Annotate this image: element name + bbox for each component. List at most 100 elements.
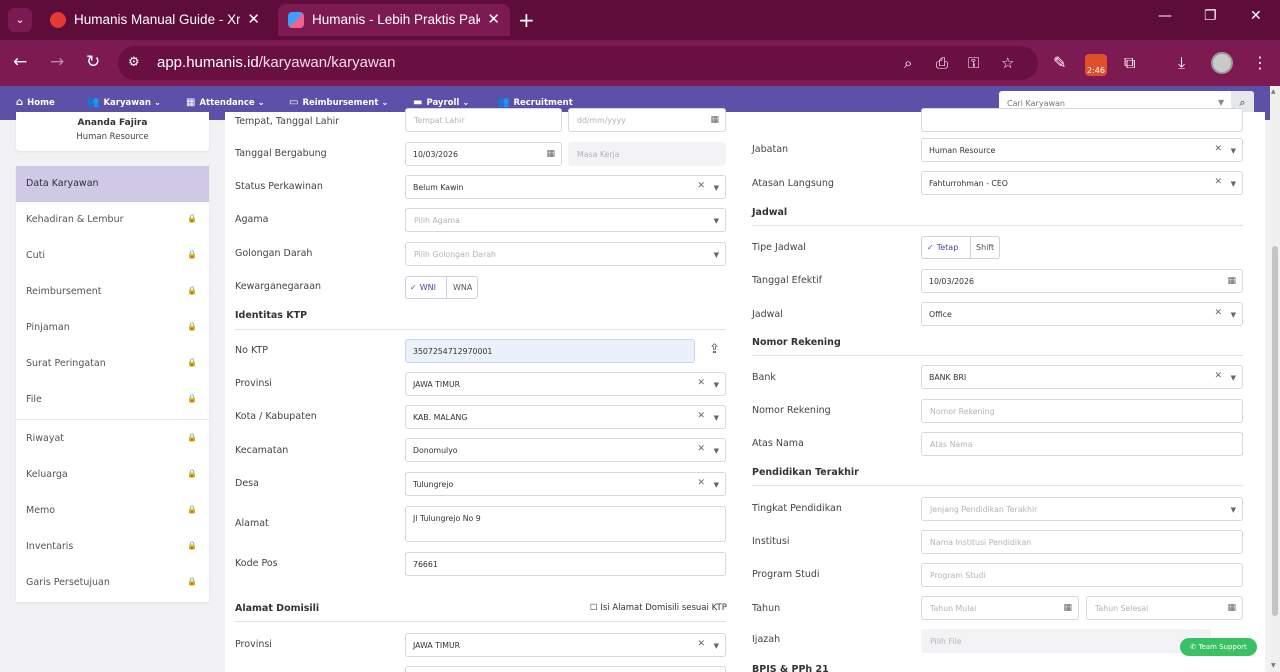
menu-inventaris[interactable]: Inventaris 🔒 [16,529,209,565]
domisili-sesuai-ktp-checkbox[interactable]: ☐ Isi Alamat Domisili sesuai KTP [590,603,727,613]
status-perkawinan-select[interactable]: Belum Kawin ✕ ▼ [405,175,726,199]
chevron-down-icon[interactable]: ▼ [1218,98,1224,107]
clear-icon[interactable]: ✕ [1214,144,1222,154]
feather-extension-icon[interactable]: ✎ [1053,53,1066,72]
clear-icon[interactable]: ✕ [1214,308,1222,318]
menu-data-karyawan[interactable]: Data Karyawan [16,166,209,202]
atasan-langsung-select[interactable]: Fahturrohman - CEO ✕ ▼ [921,171,1243,195]
new-tab-button[interactable]: + [518,8,535,32]
minimize-icon[interactable]: — [1158,8,1172,24]
clear-icon[interactable]: ✕ [697,478,705,488]
program-studi-input[interactable]: Program Studi [921,563,1243,587]
chevron-down-icon: ▼ [1230,311,1236,319]
clear-icon[interactable]: ✕ [697,444,705,454]
menu-file[interactable]: File 🔒 [16,382,209,418]
install-app-icon[interactable]: ⎙ [936,54,948,72]
provinsi-select[interactable]: JAWA TIMUR ✕ ▼ [405,372,726,396]
menu-garis-persetujuan[interactable]: Garis Persetujuan 🔒 [16,565,209,601]
domisili-provinsi-select[interactable]: JAWA TIMUR ✕ ▼ [405,633,726,657]
profile-avatar[interactable] [1211,52,1233,74]
tahun-mulai-input[interactable]: Tahun Mulai ▦ [921,596,1079,620]
whatsapp-icon: ✆ [1190,643,1197,651]
desa-label: Desa [235,478,259,489]
jabatan-select[interactable]: Human Resource ✕ ▼ [921,138,1243,162]
ijazah-file-input[interactable]: Pilih File [921,629,1211,653]
wna-option[interactable]: WNA [453,277,472,298]
site-info-icon[interactable]: ⚙ [128,55,140,70]
kota-kabupaten-select[interactable]: KAB. MALANG ✕ ▼ [405,405,726,429]
tempat-lahir-input[interactable]: Tempat Lahir [405,108,562,132]
kode-pos-input[interactable]: 76661 [405,552,726,576]
lock-icon: 🔒 [187,505,197,514]
tanggal-bergabung-input[interactable]: 10/03/2026 ▦ [405,142,562,166]
clear-icon[interactable]: ✕ [697,639,705,649]
alamat-textarea[interactable]: Jl Tulungrejo No 9 [405,506,726,542]
menu-kehadiran-lembur[interactable]: Kehadiran & Lembur 🔒 [16,202,209,238]
tanggal-efektif-input[interactable]: 10/03/2026 ▦ [921,269,1243,293]
previous-field-input[interactable] [921,108,1243,132]
menu-cuti[interactable]: Cuti 🔒 [16,238,209,274]
extensions-puzzle-icon[interactable]: ⧉ [1124,53,1135,73]
scroll-up-icon[interactable]: ▲ [1271,88,1276,95]
page-scrollbar[interactable]: ▲ ▼ [1270,86,1280,672]
nav-attendance[interactable]: ▦ Attendance ⌄ [186,97,265,108]
clear-icon[interactable]: ✕ [697,378,705,388]
more-menu-icon[interactable]: ⋮ [1252,53,1268,72]
menu-memo[interactable]: Memo 🔒 [16,493,209,529]
download-icon[interactable]: ⤓ [1178,53,1185,73]
clear-icon[interactable]: ✕ [1214,177,1222,187]
golongan-darah-select[interactable]: Pilih Golongan Darah ▼ [405,242,726,266]
restore-icon[interactable]: ❐ [1204,8,1217,24]
menu-surat-peringatan[interactable]: Surat Peringatan 🔒 [16,346,209,382]
zoom-icon[interactable]: ⌕ [904,54,912,72]
team-support-button[interactable]: ✆ Team Support [1180,638,1257,656]
tetap-option[interactable]: ✓ Tetap [927,237,958,258]
menu-riwayat[interactable]: Riwayat 🔒 [16,421,209,457]
menu-pinjaman[interactable]: Pinjaman 🔒 [16,310,209,346]
agama-select[interactable]: Pilih Agama ▼ [405,208,726,232]
tanggal-lahir-input[interactable]: dd/mm/yyyy ▦ [568,108,726,132]
lock-icon: 🔒 [187,250,197,259]
browser-tab-2[interactable]: Humanis - Lebih Praktis Pakai HRIS ✕ [278,4,510,36]
menu-keluarga[interactable]: Keluarga 🔒 [16,457,209,493]
nomor-rekening-input[interactable]: Nomor Rekening [921,399,1243,423]
nav-payroll[interactable]: ▬ Payroll ⌄ [413,97,469,108]
shift-option[interactable]: Shift [976,237,994,258]
back-icon[interactable]: ← [13,52,27,72]
nav-reimbursement[interactable]: ▭ Reimbursement ⌄ [289,97,389,108]
tingkat-pendidikan-select[interactable]: Jenjang Pendidikan Terakhir ▼ [921,497,1243,521]
institusi-input[interactable]: Nama Institusi Pendidikan [921,530,1243,554]
reload-icon[interactable]: ↻ [86,52,100,72]
clear-icon[interactable]: ✕ [697,411,705,421]
atas-nama-input[interactable]: Atas Nama [921,432,1243,456]
desa-select[interactable]: Tulungrejo ✕ ▼ [405,472,726,496]
close-window-icon[interactable]: ✕ [1250,8,1262,24]
nav-recruitment[interactable]: 👥 Recruitment [497,97,573,108]
close-tab-icon[interactable]: ✕ [487,10,500,28]
upload-icon[interactable]: ⇪ [709,342,720,357]
nav-karyawan[interactable]: 👥 Karyawan ⌄ [87,97,161,108]
tanggal-efektif-label: Tanggal Efektif [752,275,823,286]
nav-home[interactable]: ⌂ Home [16,97,55,108]
clear-icon[interactable]: ✕ [697,181,705,191]
close-tab-icon[interactable]: ✕ [247,10,260,28]
wni-option[interactable]: ✓ WNI [410,277,436,298]
scroll-thumb[interactable] [1272,246,1278,616]
bookmark-star-icon[interactable]: ☆ [1001,54,1014,72]
omnibox[interactable]: ⚙ app.humanis.id/karyawan/karyawan ⌕ ⎙ ⚿… [118,46,1038,80]
browser-tab-1[interactable]: Humanis Manual Guide - Xmind AI ✕ [40,4,270,36]
clear-icon[interactable]: ✕ [1214,371,1222,381]
timer-extension-icon[interactable]: 2:46 [1085,54,1107,76]
no-ktp-input[interactable]: 3507254712970001 [405,339,695,363]
tab-list-button[interactable]: ⌄ [8,8,32,32]
domisili-kota-select[interactable] [405,666,726,672]
tahun-selesai-input[interactable]: Tahun Selesai ▦ [1086,596,1243,620]
xmind-favicon-icon [50,12,66,28]
menu-reimbursement[interactable]: Reimbursement 🔒 [16,274,209,310]
password-key-icon[interactable]: ⚿ [968,54,979,72]
bank-select[interactable]: BANK BRI ✕ ▼ [921,365,1243,389]
jadwal-select[interactable]: Office ✕ ▼ [921,302,1243,326]
scroll-down-icon[interactable]: ▼ [1271,662,1276,669]
forward-icon[interactable]: → [50,52,64,72]
kecamatan-select[interactable]: Donomulyo ✕ ▼ [405,438,726,462]
